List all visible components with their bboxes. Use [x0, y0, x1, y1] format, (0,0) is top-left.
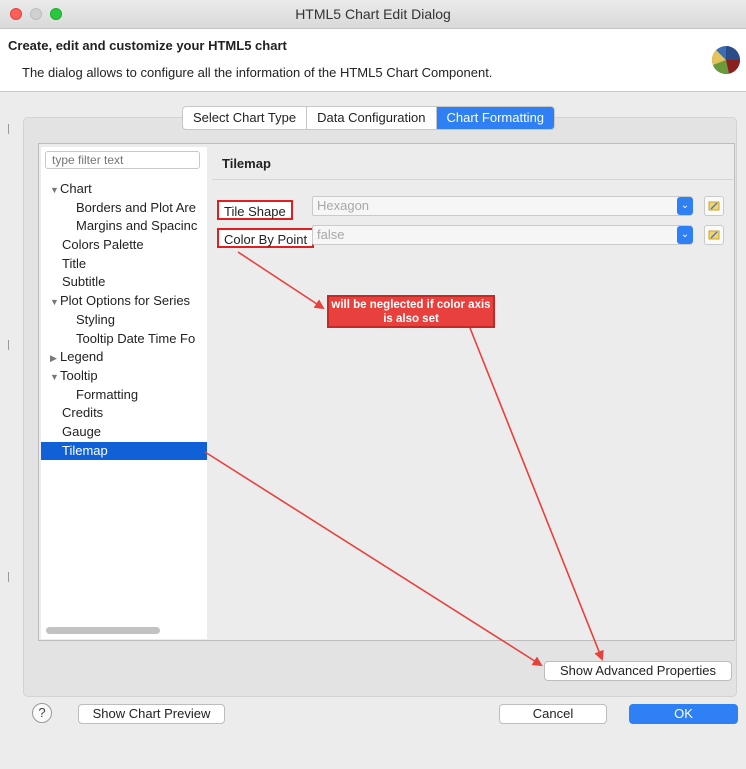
- tree-item-label: Styling: [76, 311, 116, 327]
- tree-item-label: Plot Options for Series: [60, 293, 191, 309]
- section-divider: [212, 179, 733, 180]
- tilemap-settings-pane: Tilemap Tile Shape Hexagon ⌄ Color By Po…: [212, 147, 733, 639]
- tree-item-label: Colors Palette: [62, 237, 144, 253]
- tile-shape-edit-button[interactable]: [704, 196, 724, 216]
- help-icon[interactable]: ?: [32, 703, 52, 723]
- ok-button[interactable]: OK: [629, 704, 738, 724]
- filter-input[interactable]: [45, 151, 200, 169]
- tile-shape-select[interactable]: Hexagon: [312, 196, 692, 216]
- tree-item[interactable]: ▼Chart: [41, 180, 207, 199]
- section-title: Tilemap: [222, 156, 271, 171]
- tile-shape-dropdown-icon[interactable]: ⌄: [677, 197, 693, 215]
- cancel-button[interactable]: Cancel: [499, 704, 607, 724]
- tab-chart-formatting[interactable]: Chart Formatting: [436, 107, 555, 129]
- tree-item[interactable]: Formatting: [41, 386, 207, 405]
- title-bar: HTML5 Chart Edit Dialog: [0, 0, 746, 29]
- expanded-triangle-icon[interactable]: ▼: [50, 368, 60, 386]
- tree-item[interactable]: Margins and Spacinc: [41, 217, 207, 236]
- options-tree-pane: ▼ChartBorders and Plot AreMargins and Sp…: [41, 147, 207, 639]
- edit-icon: [708, 230, 720, 240]
- tree-item[interactable]: Subtitle: [41, 273, 207, 292]
- tree-item-label: Margins and Spacinc: [76, 218, 198, 234]
- header-title: Create, edit and customize your HTML5 ch…: [8, 38, 287, 53]
- tree-item-label: Legend: [60, 349, 104, 365]
- window-title: HTML5 Chart Edit Dialog: [295, 6, 451, 22]
- tab-data-configuration[interactable]: Data Configuration: [307, 107, 437, 129]
- tree-item[interactable]: ▼Tooltip: [41, 367, 207, 386]
- collapsed-triangle-icon[interactable]: ▶: [50, 349, 60, 367]
- left-edge-mark: [8, 340, 9, 350]
- show-advanced-properties-button[interactable]: Show Advanced Properties: [544, 661, 732, 681]
- left-edge-mark: [8, 124, 9, 134]
- tree-item-label: Borders and Plot Are: [76, 199, 196, 215]
- tree-item-label: Gauge: [62, 423, 102, 439]
- tile-shape-label: Tile Shape: [217, 200, 293, 220]
- header-description: The dialog allows to configure all the i…: [22, 65, 493, 80]
- tree-item[interactable]: Tilemap: [41, 441, 207, 461]
- tree-item-label: Chart: [60, 181, 92, 196]
- pie-chart-logo-icon: [711, 46, 740, 75]
- tree-item[interactable]: ▼Plot Options for Series: [41, 292, 207, 311]
- tree-item[interactable]: Gauge: [41, 423, 207, 442]
- color-by-point-edit-button[interactable]: [704, 225, 724, 245]
- tree-item[interactable]: Title: [41, 255, 207, 274]
- tree-item-label: Tooltip Date Time Fo: [76, 330, 196, 346]
- tree-item[interactable]: Styling: [41, 311, 207, 330]
- edit-icon: [708, 201, 720, 211]
- tab-select-chart-type[interactable]: Select Chart Type: [183, 107, 308, 129]
- left-edge-mark: [8, 572, 9, 582]
- color-by-point-select[interactable]: false: [312, 225, 692, 245]
- color-by-point-label: Color By Point: [217, 228, 315, 248]
- tree-item-label: Tooltip: [60, 367, 98, 383]
- tree-item[interactable]: Credits: [41, 404, 207, 423]
- dialog-header: Create, edit and customize your HTML5 ch…: [0, 29, 746, 92]
- tree-item[interactable]: ▶ Legend: [41, 348, 207, 367]
- tree-item[interactable]: Borders and Plot Are: [41, 199, 207, 218]
- tree-item-label: Formatting: [76, 386, 139, 402]
- tree-item[interactable]: Colors Palette: [41, 236, 207, 255]
- tree-item-label: Subtitle: [62, 274, 106, 290]
- expanded-triangle-icon[interactable]: ▼: [50, 293, 60, 311]
- tab-bar: Select Chart Type Data Configuration Cha…: [182, 106, 556, 130]
- tree-item-label: Tilemap: [62, 442, 108, 458]
- options-tree: ▼Chart Borders and Plot Are Margins and Sp…: [41, 180, 207, 461]
- tree-horizontal-scrollbar[interactable]: [46, 627, 160, 634]
- annotation-callout: will be neglected if color axis is also …: [327, 295, 495, 328]
- expanded-triangle-icon[interactable]: ▼: [50, 181, 60, 199]
- tree-item-label: Credits: [62, 405, 104, 421]
- color-by-point-dropdown-icon[interactable]: ⌄: [677, 226, 693, 244]
- show-chart-preview-button[interactable]: Show Chart Preview: [78, 704, 225, 724]
- tree-item-label: Title: [62, 255, 87, 271]
- tree-item[interactable]: Tooltip Date Time Fo: [41, 330, 207, 349]
